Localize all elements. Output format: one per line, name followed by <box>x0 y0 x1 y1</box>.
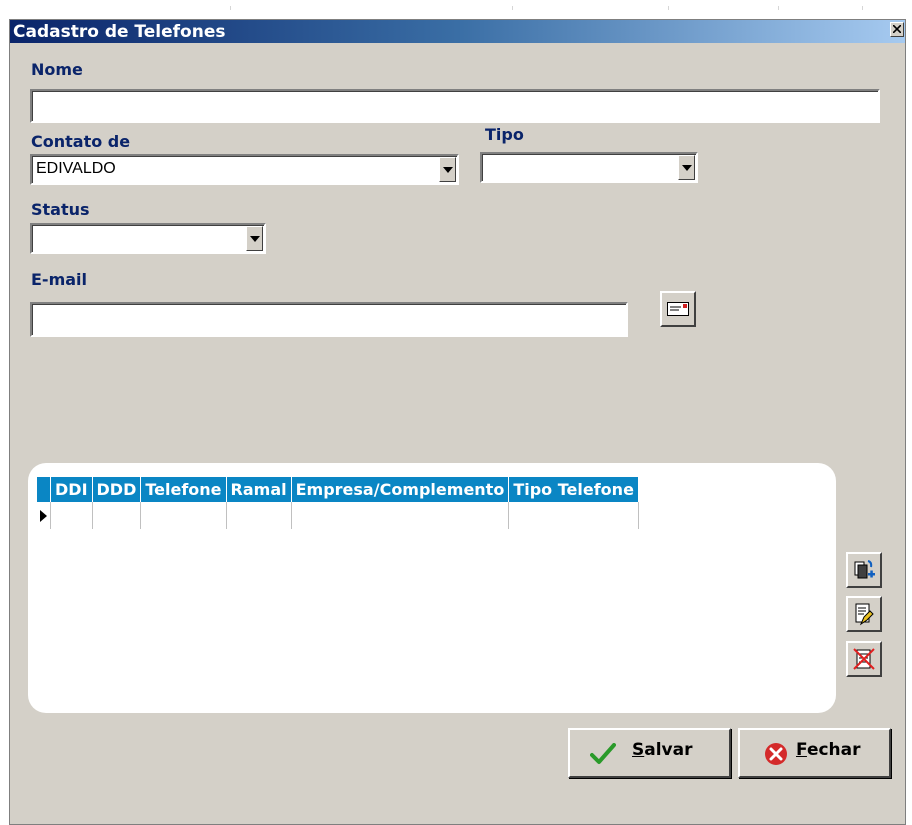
contato-label: Contato de <box>31 132 131 151</box>
cell-telefone[interactable] <box>140 502 227 529</box>
close-icon <box>893 25 901 33</box>
salvar-label: Salvar <box>632 740 693 760</box>
phones-grid[interactable]: DDI DDD Telefone Ramal Empresa/Complemen… <box>37 477 639 529</box>
salvar-button[interactable]: Salvar <box>568 728 731 778</box>
cell-ddd[interactable] <box>92 502 142 529</box>
email-label: E-mail <box>31 270 88 289</box>
edit-phone-button[interactable] <box>846 596 882 632</box>
fechar-button[interactable]: Fechar <box>738 728 891 778</box>
add-phone-icon <box>854 560 875 579</box>
col-empresa-complemento[interactable]: Empresa/Complemento <box>291 477 510 502</box>
tipo-label: Tipo <box>485 125 524 144</box>
delete-phone-icon <box>853 648 875 670</box>
contato-dropdown-button[interactable] <box>439 157 456 182</box>
edit-phone-icon <box>855 603 874 626</box>
nome-input[interactable] <box>30 89 880 123</box>
cadastro-telefones-window: Cadastro de Telefones Nome Contato de ED… <box>9 19 906 825</box>
cell-empresa[interactable] <box>291 502 510 529</box>
tipo-dropdown-button[interactable] <box>678 155 695 180</box>
close-circle-icon <box>765 743 787 765</box>
col-ddd[interactable]: DDD <box>92 477 142 502</box>
nome-label: Nome <box>31 60 83 79</box>
phones-grid-panel: DDI DDD Telefone Ramal Empresa/Complemen… <box>28 463 836 713</box>
status-label: Status <box>31 200 90 219</box>
envelope-icon <box>667 302 689 316</box>
col-ramal[interactable]: Ramal <box>226 477 292 502</box>
contato-value: EDIVALDO <box>36 160 116 177</box>
col-ddi[interactable]: DDI <box>50 477 93 502</box>
status-dropdown-button[interactable] <box>246 226 263 251</box>
cell-ramal[interactable] <box>226 502 292 529</box>
contato-select[interactable]: EDIVALDO <box>30 154 459 185</box>
tipo-select[interactable] <box>480 152 698 183</box>
table-row[interactable] <box>37 502 639 529</box>
grid-indicator-header <box>37 477 51 502</box>
cell-tipo-telefone[interactable] <box>508 502 639 529</box>
cell-ddi[interactable] <box>50 502 93 529</box>
close-button[interactable] <box>890 22 904 37</box>
col-telefone[interactable]: Telefone <box>140 477 227 502</box>
desktop-strip <box>0 0 912 18</box>
delete-phone-button[interactable] <box>846 641 882 677</box>
grid-header-row: DDI DDD Telefone Ramal Empresa/Complemen… <box>37 477 639 502</box>
checkmark-icon <box>590 743 616 764</box>
add-phone-button[interactable] <box>846 552 882 588</box>
title-bar[interactable]: Cadastro de Telefones <box>10 20 905 43</box>
col-tipo-telefone[interactable]: Tipo Telefone <box>508 477 639 502</box>
fechar-label: Fechar <box>796 740 861 760</box>
send-email-button[interactable] <box>660 291 696 327</box>
row-indicator-icon <box>37 502 51 529</box>
status-select[interactable] <box>30 223 266 254</box>
window-title: Cadastro de Telefones <box>13 22 226 42</box>
email-input[interactable] <box>30 302 628 337</box>
